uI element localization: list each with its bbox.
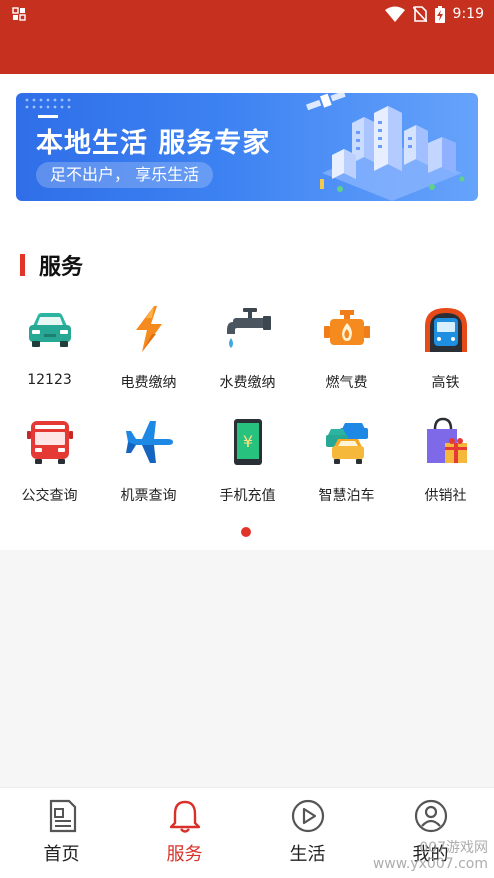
service-water[interactable]: 水费缴纳 bbox=[198, 304, 297, 392]
play-icon bbox=[291, 799, 324, 833]
airplane-icon bbox=[125, 421, 173, 463]
tab-home[interactable]: 首页 bbox=[0, 798, 123, 866]
watermark-line2: www.yx007.com bbox=[372, 856, 488, 872]
service-label: 高铁 bbox=[431, 375, 460, 391]
status-bar: 9:19 bbox=[0, 0, 494, 28]
banner-title: 本地生活 服务专家 bbox=[36, 128, 271, 159]
header-bar bbox=[0, 28, 494, 74]
newspaper-icon bbox=[49, 799, 76, 833]
pager-indicator-dot[interactable] bbox=[241, 527, 251, 537]
no-sim-icon bbox=[412, 6, 427, 22]
service-label: 机票查询 bbox=[120, 488, 177, 504]
service-label: 燃气费 bbox=[325, 375, 368, 391]
train-icon bbox=[424, 308, 467, 352]
bell-icon bbox=[169, 800, 200, 833]
lightning-icon bbox=[135, 306, 162, 352]
shopping-bag-icon bbox=[426, 417, 467, 463]
service-electricity[interactable]: 电费缴纳 bbox=[99, 304, 198, 392]
service-label: 12123 bbox=[27, 372, 72, 388]
section-header: 服务 bbox=[20, 250, 83, 280]
banner-title-accent bbox=[38, 115, 58, 118]
tab-label: 生活 bbox=[289, 844, 326, 865]
service-label: 供销社 bbox=[424, 488, 467, 504]
city-illustration-icon bbox=[306, 93, 465, 201]
main-content: 本地生活 服务专家 足不出户， 享乐生活 服务 12123 电费缴纳 水费缴纳 … bbox=[0, 74, 494, 550]
section-accent-bar bbox=[20, 254, 25, 276]
service-smart-parking[interactable]: 智慧泊车 bbox=[297, 417, 396, 505]
service-label: 智慧泊车 bbox=[318, 488, 375, 504]
tab-label: 首页 bbox=[43, 844, 80, 865]
battery-charging-icon bbox=[434, 5, 445, 23]
bus-icon bbox=[26, 421, 73, 464]
wifi-icon bbox=[384, 6, 405, 22]
promo-banner[interactable]: 本地生活 服务专家 足不出户， 享乐生活 bbox=[16, 93, 478, 201]
svg-text:¥: ¥ bbox=[242, 432, 252, 451]
service-bus[interactable]: 公交查询 bbox=[0, 417, 99, 505]
water-tap-icon bbox=[226, 308, 271, 348]
watermark: 007游戏网 www.yx007.com bbox=[373, 840, 488, 872]
parking-cars-icon bbox=[325, 423, 368, 464]
service-label: 水费缴纳 bbox=[219, 375, 276, 391]
status-time: 9:19 bbox=[452, 6, 484, 22]
service-12123[interactable]: 12123 bbox=[0, 304, 99, 388]
phone-recharge-icon: ¥ bbox=[233, 419, 262, 465]
gas-engine-icon bbox=[323, 310, 370, 345]
bottom-navigation: 首页 服务 生活 我的 007游戏网 www.yx007.com bbox=[0, 787, 494, 878]
car-icon bbox=[28, 313, 71, 347]
service-supply-coop[interactable]: 供销社 bbox=[396, 417, 494, 505]
banner-subtitle: 足不出户， 享乐生活 bbox=[36, 162, 214, 188]
service-gas[interactable]: 燃气费 bbox=[297, 304, 396, 392]
user-icon bbox=[414, 799, 447, 833]
service-label: 公交查询 bbox=[21, 488, 78, 504]
tab-life[interactable]: 生活 bbox=[246, 798, 369, 866]
app-notification-icon bbox=[12, 7, 26, 21]
service-phone-recharge[interactable]: ¥ 手机充值 bbox=[198, 417, 297, 505]
service-label: 手机充值 bbox=[219, 488, 276, 504]
tab-services[interactable]: 服务 bbox=[123, 798, 246, 866]
service-flights[interactable]: 机票查询 bbox=[99, 417, 198, 505]
service-label: 电费缴纳 bbox=[120, 375, 177, 391]
section-title: 服务 bbox=[39, 255, 84, 280]
decorative-dots bbox=[25, 98, 71, 109]
tab-label: 服务 bbox=[166, 844, 203, 865]
service-high-speed-rail[interactable]: 高铁 bbox=[396, 304, 494, 392]
watermark-line1: 007游戏网 bbox=[419, 840, 488, 856]
